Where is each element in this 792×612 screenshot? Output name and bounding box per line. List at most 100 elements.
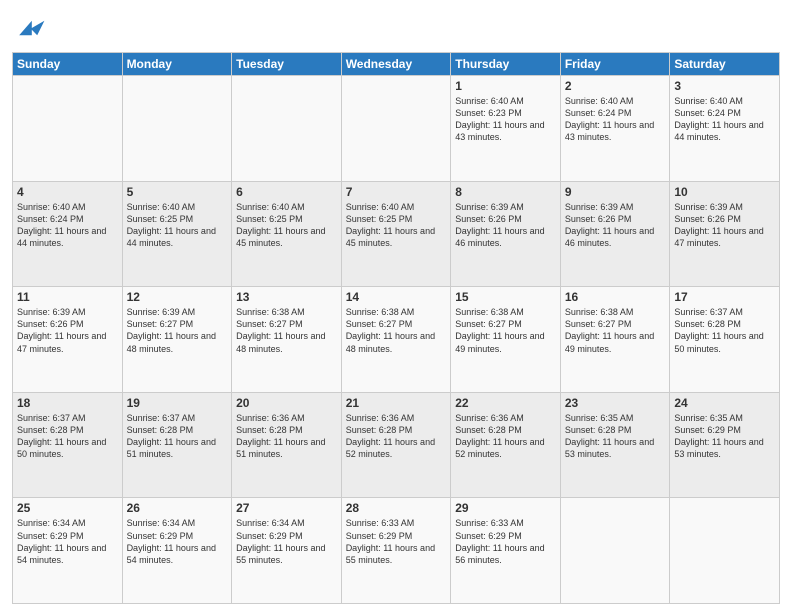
calendar-cell: 13Sunrise: 6:38 AM Sunset: 6:27 PM Dayli… bbox=[232, 287, 342, 393]
calendar-cell: 2 Sunrise: 6:40 AM Sunset: 6:24 PM Daylig… bbox=[560, 76, 670, 182]
calendar-cell: 9 Sunrise: 6:39 AM Sunset: 6:26 PM Daylig… bbox=[560, 181, 670, 287]
cell-info: Sunrise: 6:34 AM Sunset: 6:29 PM Dayligh… bbox=[17, 517, 118, 566]
col-header-tuesday: Tuesday bbox=[232, 53, 342, 76]
day-number: 25 bbox=[17, 501, 118, 515]
col-header-thursday: Thursday bbox=[451, 53, 561, 76]
calendar-cell: 22 Sunrise: 6:36 AM Sunset: 6:28 PM Dayli… bbox=[451, 392, 561, 498]
calendar-cell: 21 Sunrise: 6:36 AM Sunset: 6:28 PM Dayli… bbox=[341, 392, 451, 498]
header bbox=[12, 10, 780, 46]
cell-info: Sunrise: 6:34 AM Sunset: 6:29 PM Dayligh… bbox=[236, 517, 337, 566]
cell-info: Sunrise: 6:35 AM Sunset: 6:29 PM Dayligh… bbox=[674, 412, 775, 461]
cell-info: Sunrise: 6:36 AM Sunset: 6:28 PM Dayligh… bbox=[346, 412, 447, 461]
col-header-sunday: Sunday bbox=[13, 53, 123, 76]
cell-info: Sunrise: 6:40 AM Sunset: 6:23 PM Dayligh… bbox=[455, 95, 556, 144]
calendar-cell: 11 Sunrise: 6:39 AM Sunset: 6:26 PM Dayli… bbox=[13, 287, 123, 393]
calendar-cell bbox=[232, 76, 342, 182]
cell-info: Sunrise: 6:40 AM Sunset: 6:25 PM Dayligh… bbox=[346, 201, 447, 250]
calendar-cell: 23 Sunrise: 6:35 AM Sunset: 6:28 PM Dayli… bbox=[560, 392, 670, 498]
day-number: 12 bbox=[127, 290, 228, 304]
day-number: 2 bbox=[565, 79, 666, 93]
logo-icon bbox=[12, 10, 48, 46]
col-header-monday: Monday bbox=[122, 53, 232, 76]
calendar-cell: 5 Sunrise: 6:40 AM Sunset: 6:25 PM Daylig… bbox=[122, 181, 232, 287]
calendar-cell: 1 Sunrise: 6:40 AM Sunset: 6:23 PM Daylig… bbox=[451, 76, 561, 182]
day-number: 24 bbox=[674, 396, 775, 410]
cell-info: Sunrise: 6:39 AM Sunset: 6:26 PM Dayligh… bbox=[17, 306, 118, 355]
day-number: 9 bbox=[565, 185, 666, 199]
cell-info: Sunrise: 6:36 AM Sunset: 6:28 PM Dayligh… bbox=[236, 412, 337, 461]
cell-info: Sunrise: 6:39 AM Sunset: 6:26 PM Dayligh… bbox=[674, 201, 775, 250]
week-row: 4 Sunrise: 6:40 AM Sunset: 6:24 PM Daylig… bbox=[13, 181, 780, 287]
calendar-cell bbox=[122, 76, 232, 182]
day-number: 21 bbox=[346, 396, 447, 410]
cell-info: Sunrise: 6:36 AM Sunset: 6:28 PM Dayligh… bbox=[455, 412, 556, 461]
cell-info: Sunrise: 6:38 AM Sunset: 6:27 PM Dayligh… bbox=[455, 306, 556, 355]
week-row: 11 Sunrise: 6:39 AM Sunset: 6:26 PM Dayli… bbox=[13, 287, 780, 393]
cell-info: Sunrise: 6:37 AM Sunset: 6:28 PM Dayligh… bbox=[17, 412, 118, 461]
day-number: 11 bbox=[17, 290, 118, 304]
day-number: 20 bbox=[236, 396, 337, 410]
day-number: 1 bbox=[455, 79, 556, 93]
day-number: 3 bbox=[674, 79, 775, 93]
day-number: 17 bbox=[674, 290, 775, 304]
cell-info: Sunrise: 6:38 AM Sunset: 6:27 PM Dayligh… bbox=[565, 306, 666, 355]
cell-info: Sunrise: 6:40 AM Sunset: 6:24 PM Dayligh… bbox=[17, 201, 118, 250]
cell-info: Sunrise: 6:39 AM Sunset: 6:26 PM Dayligh… bbox=[455, 201, 556, 250]
calendar-cell: 6 Sunrise: 6:40 AM Sunset: 6:25 PM Daylig… bbox=[232, 181, 342, 287]
week-row: 25 Sunrise: 6:34 AM Sunset: 6:29 PM Dayli… bbox=[13, 498, 780, 604]
calendar-cell: 12Sunrise: 6:39 AM Sunset: 6:27 PM Dayli… bbox=[122, 287, 232, 393]
calendar-cell: 4 Sunrise: 6:40 AM Sunset: 6:24 PM Daylig… bbox=[13, 181, 123, 287]
page: SundayMondayTuesdayWednesdayThursdayFrid… bbox=[0, 0, 792, 612]
calendar-cell bbox=[670, 498, 780, 604]
cell-info: Sunrise: 6:38 AM Sunset: 6:27 PM Dayligh… bbox=[346, 306, 447, 355]
calendar-table: SundayMondayTuesdayWednesdayThursdayFrid… bbox=[12, 52, 780, 604]
day-number: 23 bbox=[565, 396, 666, 410]
calendar-cell: 26 Sunrise: 6:34 AM Sunset: 6:29 PM Dayli… bbox=[122, 498, 232, 604]
calendar-cell: 29 Sunrise: 6:33 AM Sunset: 6:29 PM Dayli… bbox=[451, 498, 561, 604]
calendar-cell: 20 Sunrise: 6:36 AM Sunset: 6:28 PM Dayli… bbox=[232, 392, 342, 498]
cell-info: Sunrise: 6:40 AM Sunset: 6:25 PM Dayligh… bbox=[127, 201, 228, 250]
day-number: 7 bbox=[346, 185, 447, 199]
cell-info: Sunrise: 6:37 AM Sunset: 6:28 PM Dayligh… bbox=[127, 412, 228, 461]
day-number: 6 bbox=[236, 185, 337, 199]
cell-info: Sunrise: 6:40 AM Sunset: 6:25 PM Dayligh… bbox=[236, 201, 337, 250]
calendar-cell: 17 Sunrise: 6:37 AM Sunset: 6:28 PM Dayli… bbox=[670, 287, 780, 393]
calendar-cell: 3 Sunrise: 6:40 AM Sunset: 6:24 PM Daylig… bbox=[670, 76, 780, 182]
day-number: 14 bbox=[346, 290, 447, 304]
cell-info: Sunrise: 6:33 AM Sunset: 6:29 PM Dayligh… bbox=[346, 517, 447, 566]
day-number: 10 bbox=[674, 185, 775, 199]
calendar-cell: 28 Sunrise: 6:33 AM Sunset: 6:29 PM Dayli… bbox=[341, 498, 451, 604]
day-number: 28 bbox=[346, 501, 447, 515]
day-number: 29 bbox=[455, 501, 556, 515]
day-number: 22 bbox=[455, 396, 556, 410]
day-number: 19 bbox=[127, 396, 228, 410]
day-number: 15 bbox=[455, 290, 556, 304]
calendar-cell: 24 Sunrise: 6:35 AM Sunset: 6:29 PM Dayli… bbox=[670, 392, 780, 498]
cell-info: Sunrise: 6:39 AM Sunset: 6:26 PM Dayligh… bbox=[565, 201, 666, 250]
cell-info: Sunrise: 6:35 AM Sunset: 6:28 PM Dayligh… bbox=[565, 412, 666, 461]
calendar-cell: 27 Sunrise: 6:34 AM Sunset: 6:29 PM Dayli… bbox=[232, 498, 342, 604]
day-number: 26 bbox=[127, 501, 228, 515]
cell-info: Sunrise: 6:40 AM Sunset: 6:24 PM Dayligh… bbox=[565, 95, 666, 144]
cell-info: Sunrise: 6:37 AM Sunset: 6:28 PM Dayligh… bbox=[674, 306, 775, 355]
day-number: 13 bbox=[236, 290, 337, 304]
calendar-header: SundayMondayTuesdayWednesdayThursdayFrid… bbox=[13, 53, 780, 76]
col-header-wednesday: Wednesday bbox=[341, 53, 451, 76]
header-row: SundayMondayTuesdayWednesdayThursdayFrid… bbox=[13, 53, 780, 76]
col-header-friday: Friday bbox=[560, 53, 670, 76]
calendar-cell: 14 Sunrise: 6:38 AM Sunset: 6:27 PM Dayli… bbox=[341, 287, 451, 393]
calendar-cell: 19 Sunrise: 6:37 AM Sunset: 6:28 PM Dayli… bbox=[122, 392, 232, 498]
day-number: 8 bbox=[455, 185, 556, 199]
calendar-cell: 7 Sunrise: 6:40 AM Sunset: 6:25 PM Daylig… bbox=[341, 181, 451, 287]
calendar-cell: 8 Sunrise: 6:39 AM Sunset: 6:26 PM Daylig… bbox=[451, 181, 561, 287]
cell-info: Sunrise: 6:40 AM Sunset: 6:24 PM Dayligh… bbox=[674, 95, 775, 144]
day-number: 18 bbox=[17, 396, 118, 410]
cell-info: Sunrise: 6:33 AM Sunset: 6:29 PM Dayligh… bbox=[455, 517, 556, 566]
day-number: 27 bbox=[236, 501, 337, 515]
day-number: 4 bbox=[17, 185, 118, 199]
day-number: 16 bbox=[565, 290, 666, 304]
day-number: 5 bbox=[127, 185, 228, 199]
cell-info: Sunrise: 6:34 AM Sunset: 6:29 PM Dayligh… bbox=[127, 517, 228, 566]
calendar-cell: 15 Sunrise: 6:38 AM Sunset: 6:27 PM Dayli… bbox=[451, 287, 561, 393]
calendar-body: 1 Sunrise: 6:40 AM Sunset: 6:23 PM Daylig… bbox=[13, 76, 780, 604]
